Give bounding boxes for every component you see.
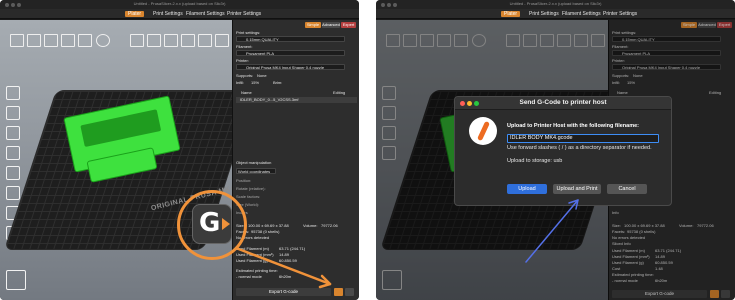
pointer-arrow	[525, 199, 579, 263]
screenshot-plater: Untitled - PrusaSlicer-2.x.x (upload bas…	[0, 0, 359, 300]
screenshot-send-dialog: Untitled - PrusaSlicer-2.x.x (upload bas…	[376, 0, 735, 300]
callout-connector-arrow	[234, 246, 332, 289]
